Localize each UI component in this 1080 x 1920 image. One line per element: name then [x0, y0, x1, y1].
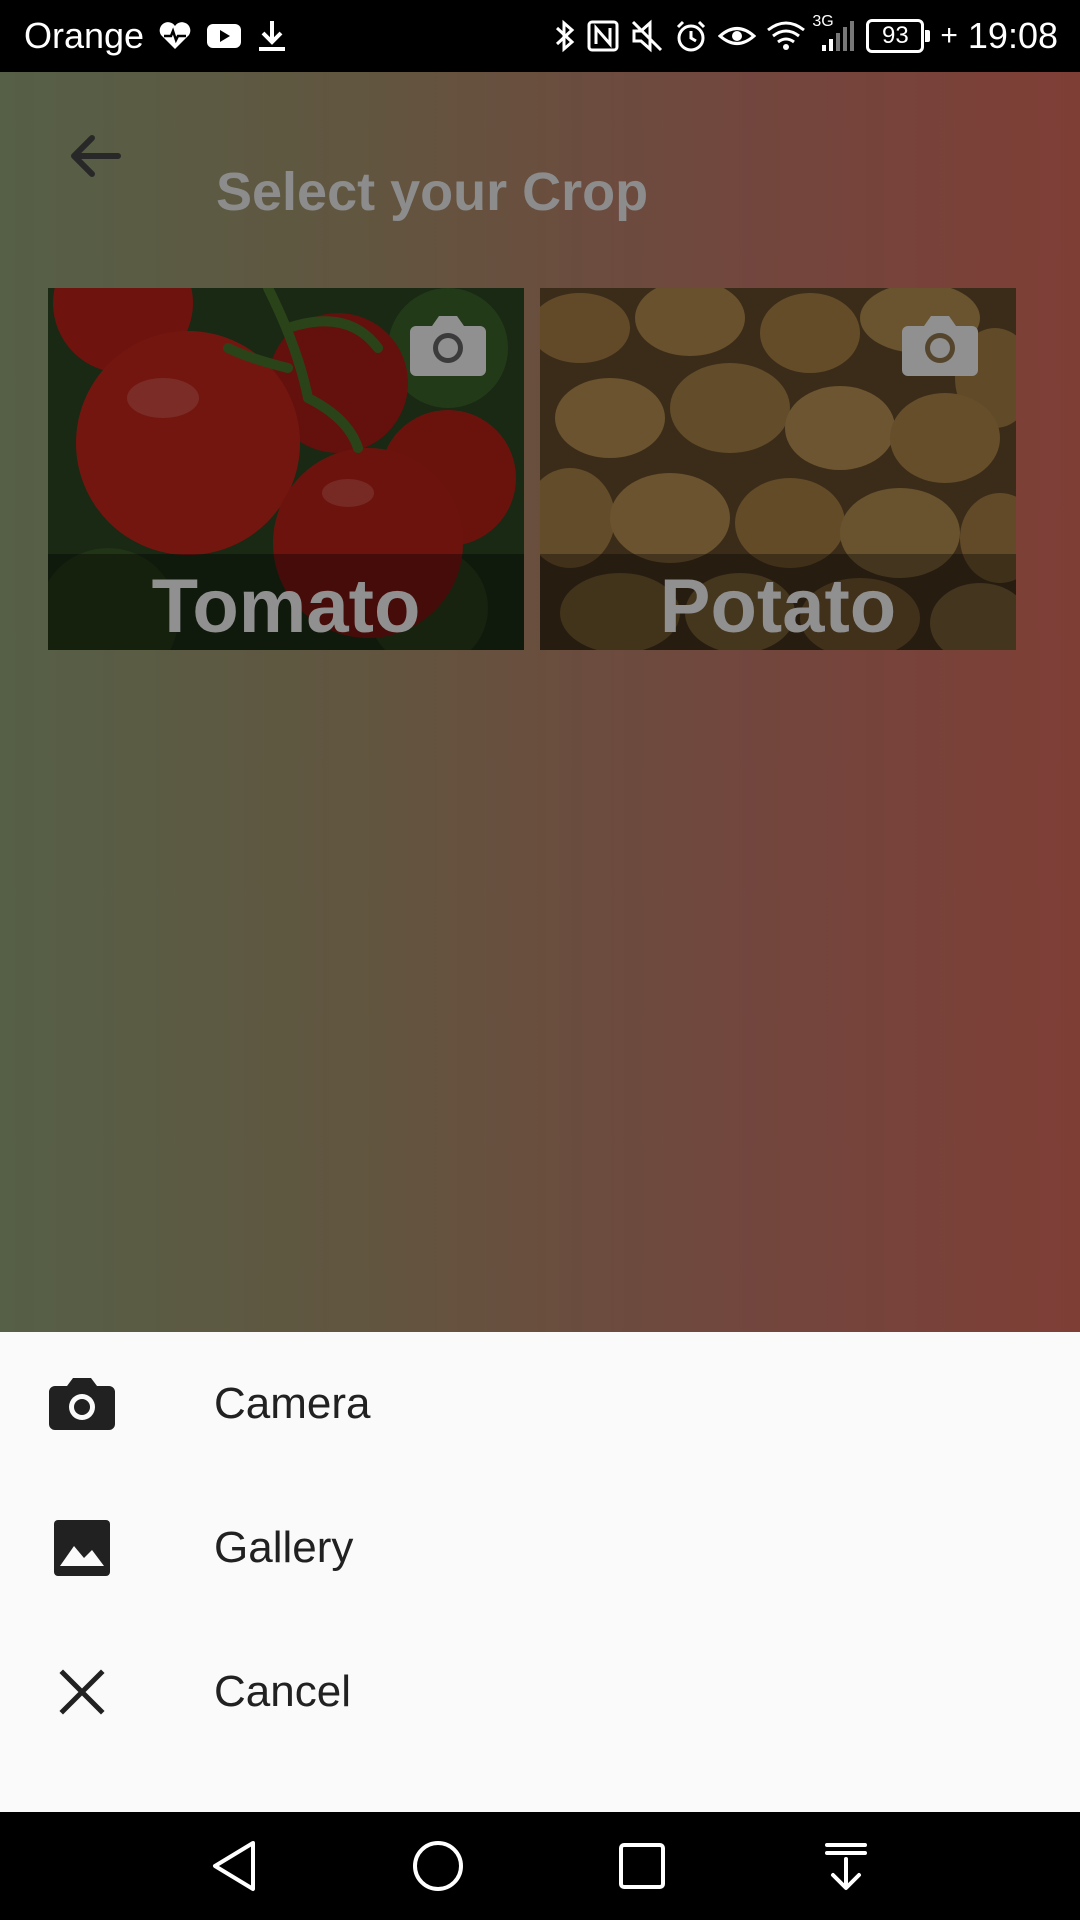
sheet-item-cancel[interactable]: Cancel: [0, 1620, 1080, 1764]
app-bar: Select your Crop: [0, 72, 1080, 240]
crop-card-potato[interactable]: Potato: [540, 288, 1016, 650]
clock: 19:08: [967, 15, 1058, 56]
download-icon: [256, 19, 288, 53]
signal-icon: 3G: [812, 13, 856, 53]
screen: Orange 3G 93 + 19:08 Select your Crop To…: [0, 0, 1080, 1920]
carrier-name: Orange: [24, 15, 145, 56]
health-icon: [158, 21, 192, 51]
camera-icon: [408, 310, 488, 383]
sheet-item-gallery[interactable]: Gallery: [0, 1476, 1080, 1620]
eye-icon: [718, 21, 757, 51]
mute-icon: [630, 19, 664, 53]
crop-card-tomato[interactable]: Tomato: [48, 288, 524, 650]
nav-back-button[interactable]: [204, 1836, 264, 1896]
status-bar: Orange 3G 93 + 19:08: [0, 0, 1080, 72]
status-right: 3G 93 + 19:08: [554, 13, 1080, 57]
sheet-item-label: Camera: [214, 1379, 371, 1428]
crop-name: Tomato: [151, 563, 421, 649]
battery-level: 93: [882, 22, 909, 49]
card-label-band: Tomato: [48, 554, 524, 650]
network-type: 3G: [812, 13, 834, 30]
nav-notification-button[interactable]: [816, 1836, 876, 1896]
image-icon: [48, 1514, 116, 1582]
charging-plus: +: [940, 19, 958, 52]
bluetooth-icon: [554, 18, 576, 54]
youtube-icon: [206, 22, 242, 50]
arrow-back-icon: [71, 135, 121, 177]
nfc-icon: [586, 19, 620, 53]
pull-down-icon: [825, 1843, 867, 1890]
alarm-icon: [674, 19, 708, 53]
page-title: Select your Crop: [216, 162, 649, 222]
camera-icon: [900, 310, 980, 383]
nav-home-button[interactable]: [408, 1836, 468, 1896]
crop-grid: Tomato Potato: [48, 288, 1016, 650]
sheet-item-label: Gallery: [214, 1523, 354, 1572]
sheet-item-label: Cancel: [214, 1667, 351, 1716]
camera-icon: [48, 1370, 116, 1438]
nav-recents-button[interactable]: [612, 1836, 672, 1896]
status-left: Orange: [0, 15, 288, 57]
circle-home-icon: [413, 1841, 463, 1891]
square-recents-icon: [619, 1843, 665, 1889]
back-button[interactable]: [62, 124, 126, 188]
image-source-sheet: Camera Gallery Cancel: [0, 1332, 1080, 1812]
modal-scrim[interactable]: [0, 72, 1080, 1332]
close-icon: [48, 1658, 116, 1726]
wifi-icon: [766, 20, 806, 52]
system-navigation-bar: [0, 1812, 1080, 1920]
crop-name: Potato: [659, 563, 897, 649]
triangle-back-icon: [213, 1841, 255, 1891]
crop-selection-screen: Select your Crop Tomato Potato: [0, 72, 1080, 1332]
sheet-item-camera[interactable]: Camera: [0, 1332, 1080, 1476]
battery-indicator: 93: [866, 19, 931, 53]
card-label-band: Potato: [540, 554, 1016, 650]
